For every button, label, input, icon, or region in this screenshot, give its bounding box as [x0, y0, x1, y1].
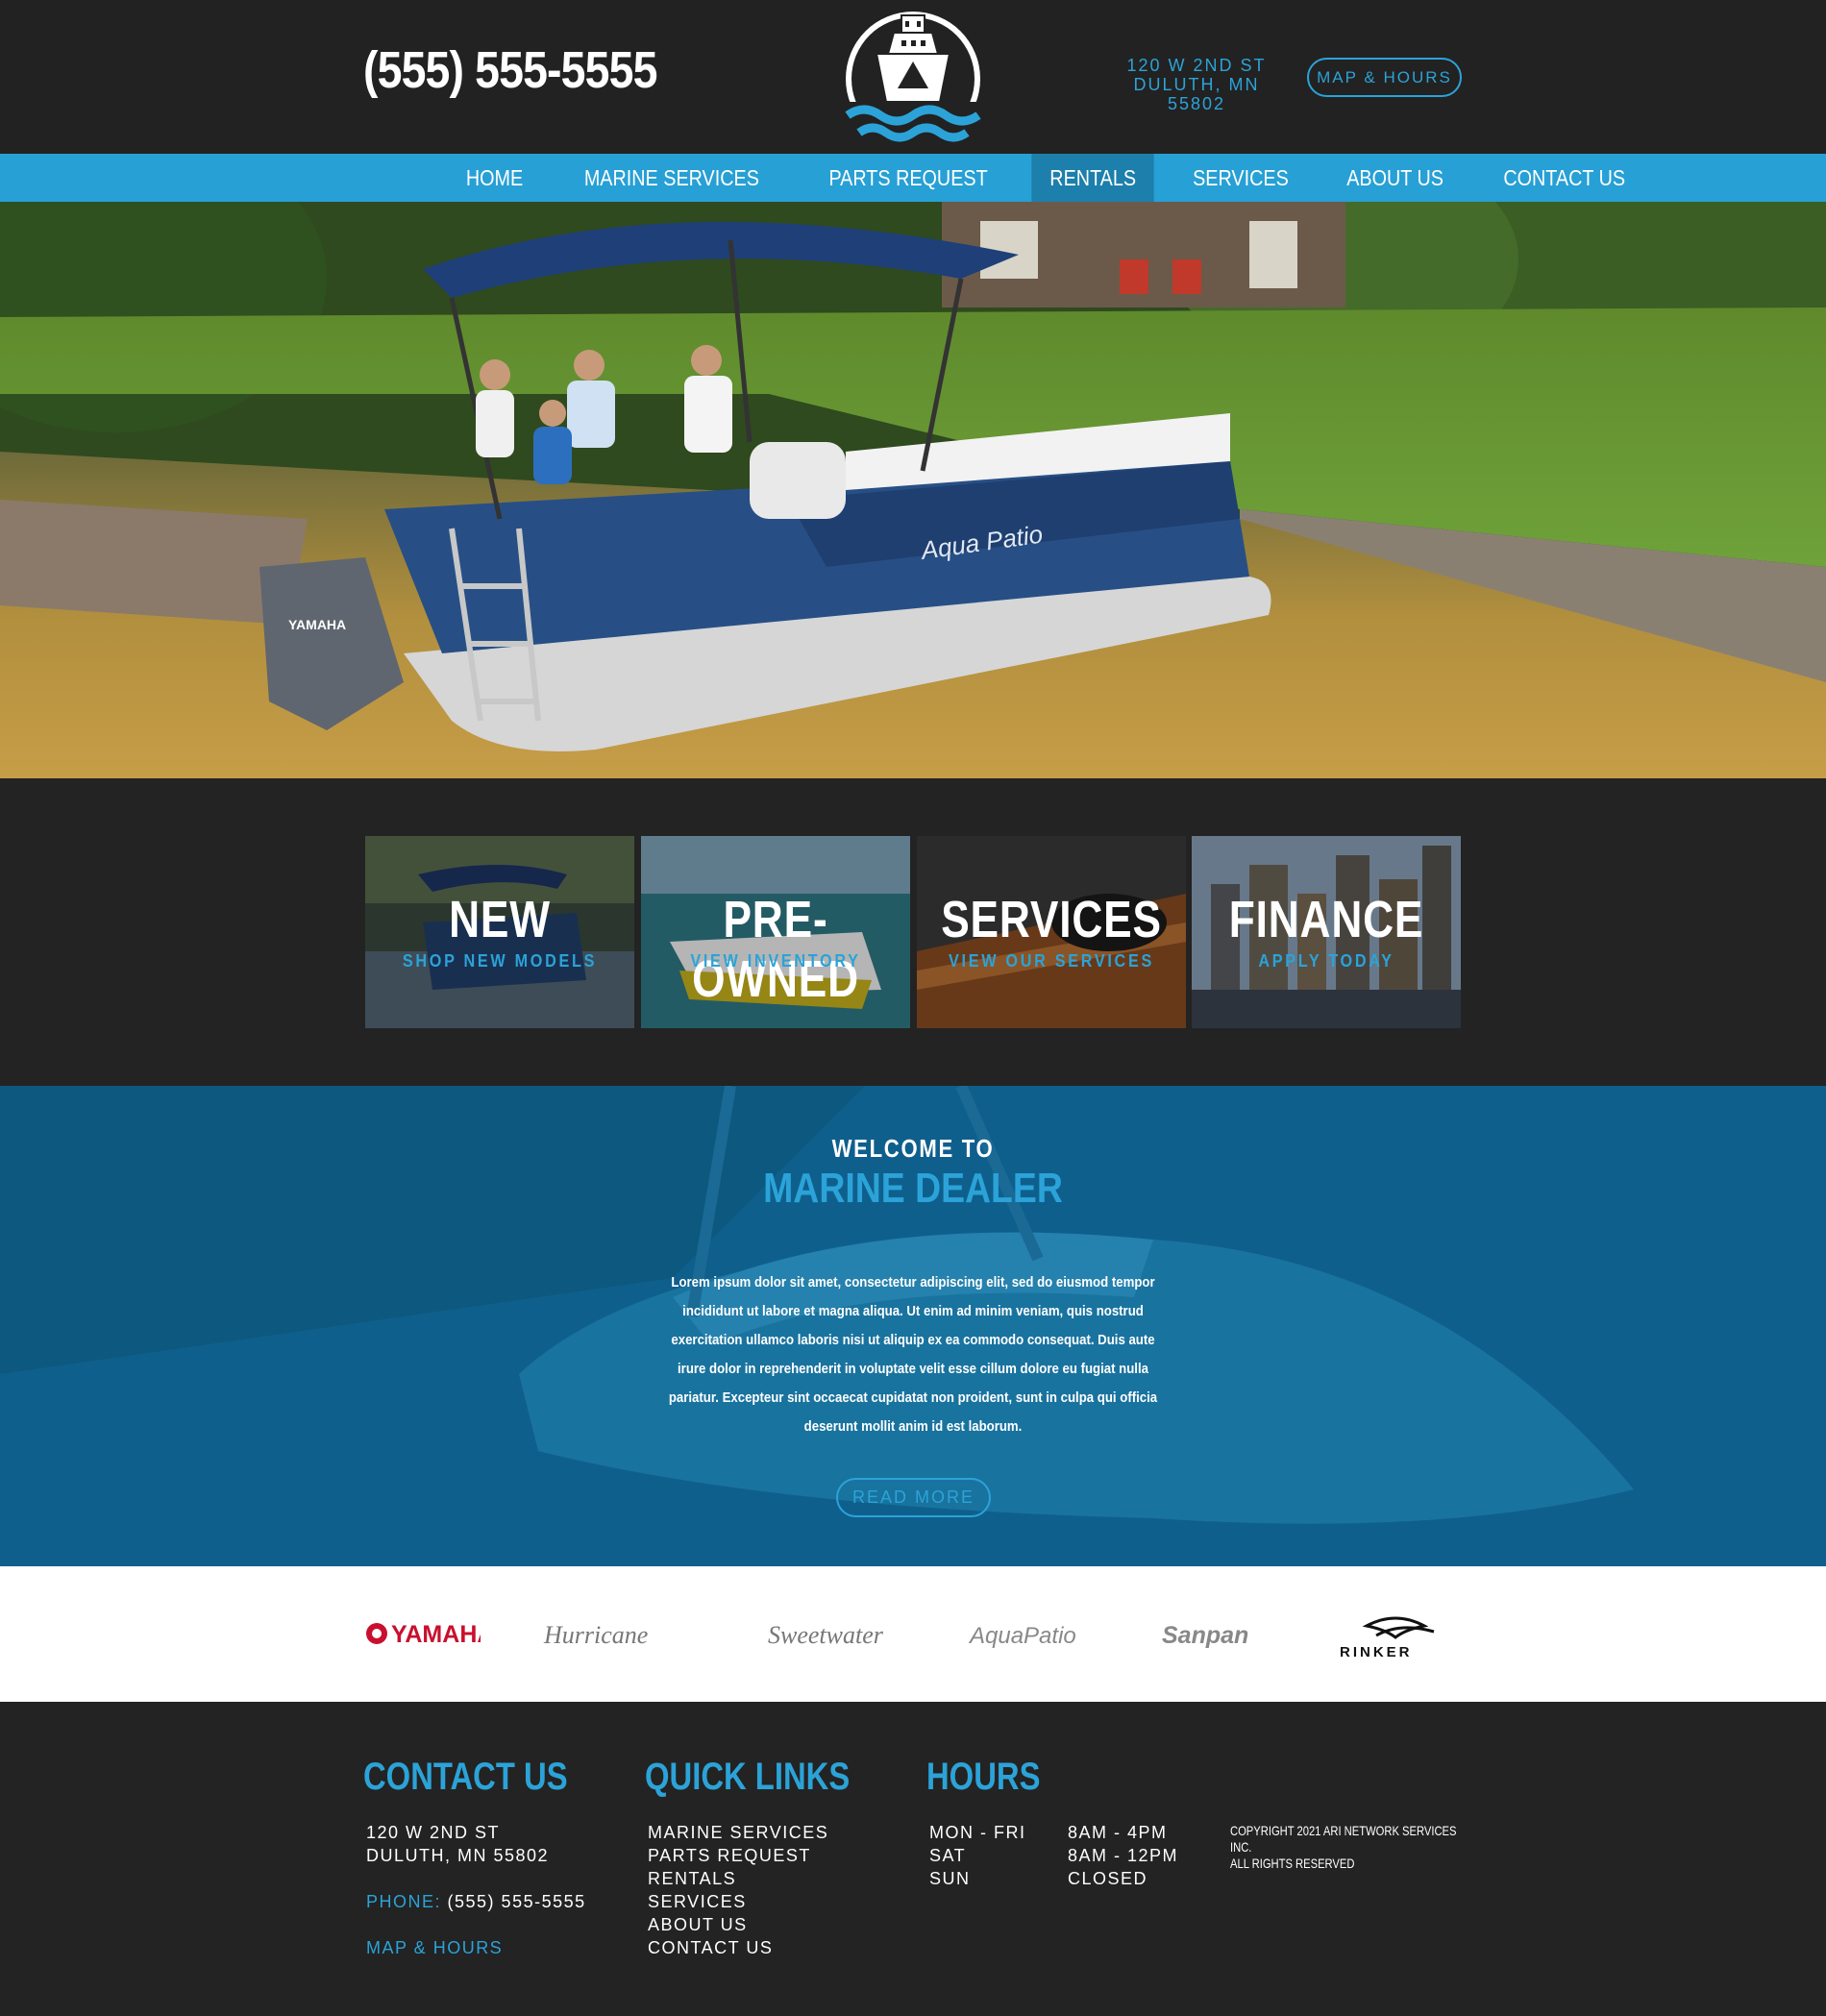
footer-phone-number[interactable]: (555) 555-5555 — [448, 1892, 586, 1911]
quick-link-about-us[interactable]: ABOUT US — [648, 1913, 748, 1936]
copyright-line1: COPYRIGHT 2021 ARI NETWORK SERVICES INC. — [1230, 1823, 1457, 1855]
welcome-eyebrow: WELCOME TO — [831, 1134, 995, 1163]
nav-item-home[interactable]: HOME — [448, 154, 541, 202]
main-nav: HOME MARINE SERVICES PARTS REQUEST RENTA… — [0, 154, 1826, 202]
header-phone[interactable]: (555) 555-5555 — [363, 40, 657, 100]
tile-services[interactable]: SERVICES VIEW OUR SERVICES — [917, 836, 1186, 1028]
welcome-section: WELCOME TO MARINE DEALER Lorem ipsum dol… — [0, 1086, 1826, 1566]
tile-finance-subtitle: APPLY TODAY — [1258, 951, 1394, 971]
nav-item-about-us[interactable]: ABOUT US — [1328, 154, 1462, 202]
nav-item-parts-request[interactable]: PARTS REQUEST — [810, 154, 1005, 202]
brand-yamaha-logo[interactable]: YAMAHA — [365, 1612, 494, 1655]
header-address-line1: 120 W 2ND ST — [1126, 56, 1267, 75]
site-footer: CONTACT US 120 W 2ND ST DULUTH, MN 55802… — [0, 1702, 1826, 2016]
site-header: (555) 555-5555 120 W 2ND ST DULUTH, MN 5… — [0, 0, 1826, 154]
footer-contact-heading: CONTACT US — [363, 1756, 568, 1798]
brand-sanpan-logo[interactable]: Sanpan — [1158, 1612, 1278, 1655]
hours-day-sat: SAT — [929, 1846, 967, 1865]
hours-time-weekday: 8AM - 4PM — [1068, 1823, 1168, 1842]
tile-services-subtitle: VIEW OUR SERVICES — [949, 951, 1154, 971]
read-more-button[interactable]: READ MORE — [836, 1478, 991, 1517]
hours-time-sun: CLOSED — [1068, 1869, 1148, 1888]
quick-link-contact-us[interactable]: CONTACT US — [648, 1936, 773, 1959]
tile-pre-owned-title: PRE-OWNED — [692, 891, 859, 1008]
hours-day-sun: SUN — [929, 1869, 971, 1888]
brand-hurricane-logo[interactable]: Hurricane — [540, 1612, 703, 1655]
quick-link-services[interactable]: SERVICES — [648, 1890, 747, 1913]
footer-quick-links-heading: QUICK LINKS — [645, 1756, 851, 1798]
tile-finance-title: FINANCE — [1228, 891, 1424, 948]
hero-pontoon-scene: YAMAHA Aqua Patio — [0, 202, 1826, 778]
hours-time-sat: 8AM - 12PM — [1068, 1846, 1179, 1865]
brand-logos: YAMAHA Hurricane Sweetwater AquaPatio Sa… — [0, 1566, 1826, 1702]
brand-aquapatio-logo[interactable]: AquaPatio — [966, 1612, 1100, 1655]
category-tiles: NEW SHOP NEW MODELS PRE-OWNED VIEW INVEN… — [0, 778, 1826, 1086]
tile-new-title: NEW — [449, 891, 551, 948]
header-address: 120 W 2ND ST DULUTH, MN 55802 — [1105, 56, 1288, 113]
header-address-line2: DULUTH, MN 55802 — [1133, 75, 1260, 113]
brand-sweetwater-logo[interactable]: Sweetwater — [764, 1612, 903, 1655]
tile-new[interactable]: NEW SHOP NEW MODELS — [365, 836, 634, 1028]
tile-pre-owned[interactable]: PRE-OWNED VIEW INVENTORY — [641, 836, 910, 1028]
nav-item-rentals[interactable]: RENTALS — [1031, 154, 1154, 202]
quick-link-rentals[interactable]: RENTALS — [648, 1867, 736, 1890]
footer-address-line2: DULUTH, MN 55802 — [366, 1846, 550, 1865]
welcome-body: Lorem ipsum dolor sit amet, consectetur … — [668, 1274, 1158, 1435]
footer-map-hours-link[interactable]: MAP & HOURS — [366, 1936, 503, 1959]
brand-yamaha-label: YAMAHA — [391, 1621, 481, 1648]
hero-image: YAMAHA Aqua Patio — [0, 202, 1826, 778]
svg-text:YAMAHA: YAMAHA — [288, 617, 346, 632]
tile-finance[interactable]: FINANCE APPLY TODAY — [1192, 836, 1461, 1028]
quick-link-parts-request[interactable]: PARTS REQUEST — [648, 1844, 811, 1867]
tile-pre-owned-subtitle: VIEW INVENTORY — [690, 951, 861, 971]
brand-rinker-label: RINKER — [1340, 1644, 1413, 1660]
footer-phone-label: PHONE: — [366, 1892, 442, 1911]
map-hours-button[interactable]: MAP & HOURS — [1307, 58, 1462, 97]
welcome-heading: MARINE DEALER — [763, 1165, 1063, 1212]
brand-aquapatio-label: AquaPatio — [968, 1623, 1076, 1649]
copyright: COPYRIGHT 2021 ARI NETWORK SERVICES INC.… — [1230, 1823, 1461, 1872]
brand-rinker-logo[interactable]: RINKER — [1338, 1612, 1463, 1660]
footer-hours-heading: HOURS — [926, 1756, 1041, 1798]
footer-address-line1: 120 W 2ND ST — [366, 1823, 501, 1842]
brand-sanpan-label: Sanpan — [1162, 1622, 1248, 1649]
brand-hurricane-label: Hurricane — [543, 1621, 648, 1649]
tile-new-subtitle: SHOP NEW MODELS — [402, 951, 598, 971]
quick-link-marine-services[interactable]: MARINE SERVICES — [648, 1821, 828, 1844]
boat-logo-icon[interactable] — [838, 8, 988, 150]
tile-services-title: SERVICES — [941, 891, 1162, 948]
nav-item-contact-us[interactable]: CONTACT US — [1486, 154, 1644, 202]
hours-day-weekday: MON - FRI — [929, 1823, 1026, 1842]
nav-item-marine-services[interactable]: MARINE SERVICES — [566, 154, 777, 202]
nav-item-services[interactable]: SERVICES — [1174, 154, 1307, 202]
footer-phone: PHONE: (555) 555-5555 — [366, 1890, 586, 1913]
copyright-line2: ALL RIGHTS RESERVED — [1230, 1856, 1355, 1871]
brand-sweetwater-label: Sweetwater — [768, 1621, 884, 1649]
